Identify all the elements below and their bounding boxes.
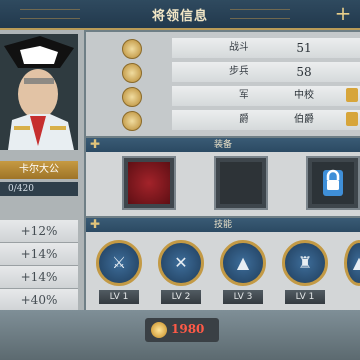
stat-value: 中校	[248, 86, 360, 106]
rank-insignia-icon	[346, 88, 358, 102]
general-name: 卡尔大公	[0, 161, 78, 179]
stat-row-infantry: 步兵能力 58	[86, 60, 360, 84]
upgrade-cost-button[interactable]: 1980	[145, 318, 219, 342]
general-portrait[interactable]	[0, 34, 78, 150]
stat-value: 58	[248, 62, 360, 82]
stat-value: 51	[248, 38, 360, 58]
lock-icon	[323, 169, 343, 196]
bonus-value: +12%	[0, 220, 78, 243]
page-title: 将领信息	[151, 9, 208, 24]
skills-section-header: ✚ 技能	[86, 217, 360, 232]
infantry-icon	[122, 63, 142, 83]
skill-level: LV 1	[285, 290, 325, 304]
skill-level: LV 1	[99, 290, 139, 304]
skill-icon-1[interactable]: ⚔	[96, 240, 142, 286]
locked-slot-bg	[312, 162, 354, 204]
skill-level: LV 3	[223, 290, 263, 304]
stat-row-title: 爵位 伯爵	[86, 108, 360, 132]
plus-icon: ✚	[90, 137, 101, 151]
experience-text: 0/420	[0, 182, 78, 196]
cost-value: 1980	[171, 322, 205, 336]
plus-icon[interactable]: +	[332, 2, 354, 24]
equipment-slot-2[interactable]	[214, 156, 268, 210]
skill-icon-3[interactable]: ▲	[220, 240, 266, 286]
stat-row-rank: 军衔 中校	[86, 84, 360, 108]
title-bar: 将领信息 +	[0, 0, 360, 30]
equipment-item-icon	[128, 162, 170, 204]
skills-section-title: 技能	[213, 220, 232, 230]
stat-value: 伯爵	[248, 110, 360, 130]
equipment-section-header: ✚ 装备	[86, 137, 360, 152]
equipment-slot-3[interactable]	[306, 156, 360, 210]
crown-icon	[122, 111, 142, 131]
equipment-section-title: 装备	[213, 140, 232, 150]
equipment-slot-1[interactable]	[122, 156, 176, 210]
fortification-icon: ▲	[236, 253, 250, 272]
skill-icon-4[interactable]: ♜	[282, 240, 328, 286]
bonus-value: +14%	[0, 243, 78, 266]
combat-icon	[122, 39, 142, 59]
cannon-icon: ▲	[352, 253, 360, 272]
soldier-icon: ♜	[297, 253, 313, 272]
crossed-swords-icon: ✕	[174, 253, 188, 272]
coin-icon	[151, 322, 167, 338]
stat-row-combat: 战斗能力 51	[86, 36, 360, 60]
bonus-value: +14%	[0, 266, 78, 289]
title-crown-icon	[346, 112, 358, 126]
rifle-squad-icon: ⚔	[111, 253, 127, 272]
bonus-value: +40%	[0, 289, 78, 312]
empty-slot-icon	[220, 162, 262, 204]
plus-icon: ✚	[90, 217, 101, 231]
rank-icon	[122, 87, 142, 107]
skill-level: LV 2	[161, 290, 201, 304]
skill-icon-2[interactable]: ✕	[158, 240, 204, 286]
